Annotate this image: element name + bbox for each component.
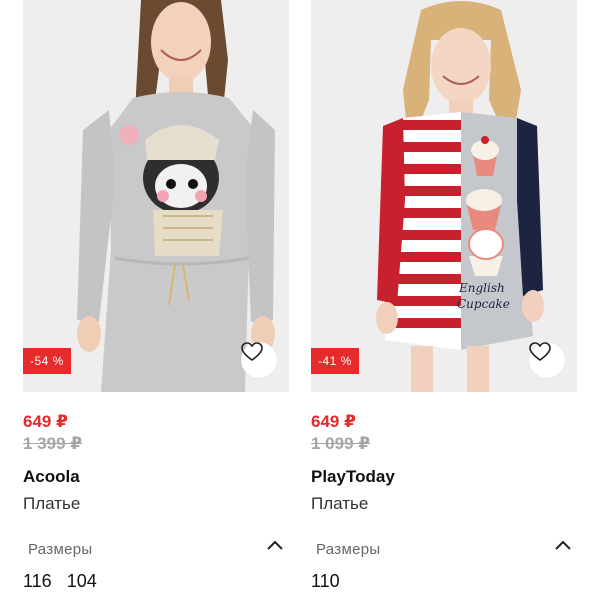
size-option[interactable]: 110 (311, 571, 340, 591)
size-list: 116 104 (23, 571, 107, 592)
current-price: 649 ₽ (23, 412, 68, 431)
old-price: 1 399 ₽ (23, 434, 83, 453)
product-type: Платье (23, 494, 81, 513)
product-card[interactable]: English Cupcake -41 % 649 ₽ 1 099 ₽ Play… (311, 0, 577, 604)
product-type: Платье (311, 494, 369, 513)
current-price: 649 ₽ (311, 412, 356, 431)
sizes-label[interactable]: Размеры (28, 541, 92, 558)
product-brand[interactable]: PlayToday (311, 467, 395, 487)
heart-icon (529, 342, 551, 361)
product-brand[interactable]: Acoola (23, 467, 80, 487)
size-option[interactable]: 116 (23, 571, 52, 591)
girl-in-cupcake-dress-illustration: English Cupcake (311, 0, 577, 392)
heart-icon (241, 342, 263, 361)
dress-print-text: Cupcake (457, 297, 510, 311)
favorite-button[interactable] (529, 342, 565, 378)
discount-badge: -54 % (23, 348, 71, 374)
girl-in-grey-dress-illustration (23, 0, 289, 392)
product-image[interactable]: English Cupcake -41 % (311, 0, 577, 392)
size-list: 110 (311, 571, 350, 592)
product-card[interactable]: -54 % 649 ₽ 1 399 ₽ Acoola Платье Размер… (23, 0, 289, 604)
discount-badge: -41 % (311, 348, 359, 374)
chevron-up-icon[interactable] (553, 538, 573, 552)
sizes-label[interactable]: Размеры (316, 541, 380, 558)
old-price: 1 099 ₽ (311, 434, 371, 453)
favorite-button[interactable] (241, 342, 277, 378)
product-image[interactable]: -54 % (23, 0, 289, 392)
size-option[interactable]: 104 (67, 571, 97, 591)
dress-print-text: English (458, 281, 505, 295)
chevron-up-icon[interactable] (265, 538, 285, 552)
